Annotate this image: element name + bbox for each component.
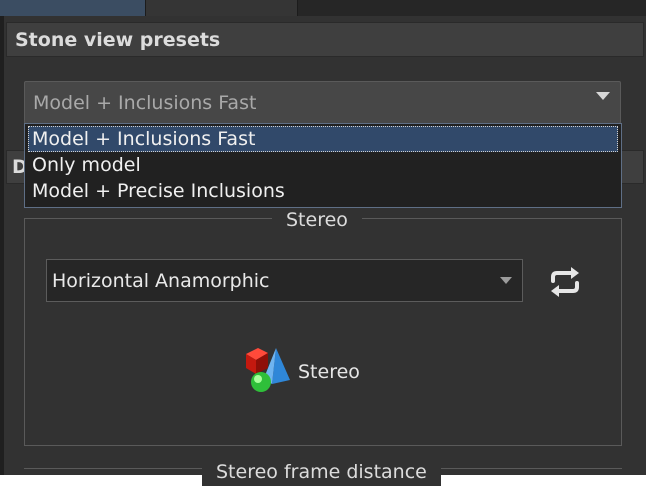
section-title: Stone view presets [15, 29, 221, 51]
stereo-shapes-icon [246, 348, 290, 392]
stereo-button-label: Stereo [298, 361, 360, 383]
tab-2[interactable] [146, 0, 298, 16]
stereo-group [24, 218, 622, 446]
swap-arrows-icon[interactable] [546, 265, 584, 299]
chevron-down-icon[interactable] [500, 277, 512, 284]
dropdown-option[interactable]: Model + Precise Inclusions [28, 178, 618, 204]
frame-distance-group-title: Stereo frame distance [202, 458, 441, 486]
preset-combobox-value: Model + Inclusions Fast [33, 92, 257, 114]
tab-active[interactable] [0, 0, 146, 16]
stereo-group-title: Stereo [272, 206, 362, 234]
preset-dropdown-list[interactable]: Model + Inclusions Fast Only model Model… [24, 123, 622, 208]
stereo-button[interactable]: Stereo [238, 344, 378, 396]
tab-3[interactable] [298, 0, 646, 16]
dropdown-option[interactable]: Model + Inclusions Fast [28, 126, 618, 152]
dropdown-option[interactable]: Only model [28, 152, 618, 178]
chevron-down-icon[interactable] [596, 92, 610, 100]
stereo-mode-value: Horizontal Anamorphic [52, 270, 270, 292]
